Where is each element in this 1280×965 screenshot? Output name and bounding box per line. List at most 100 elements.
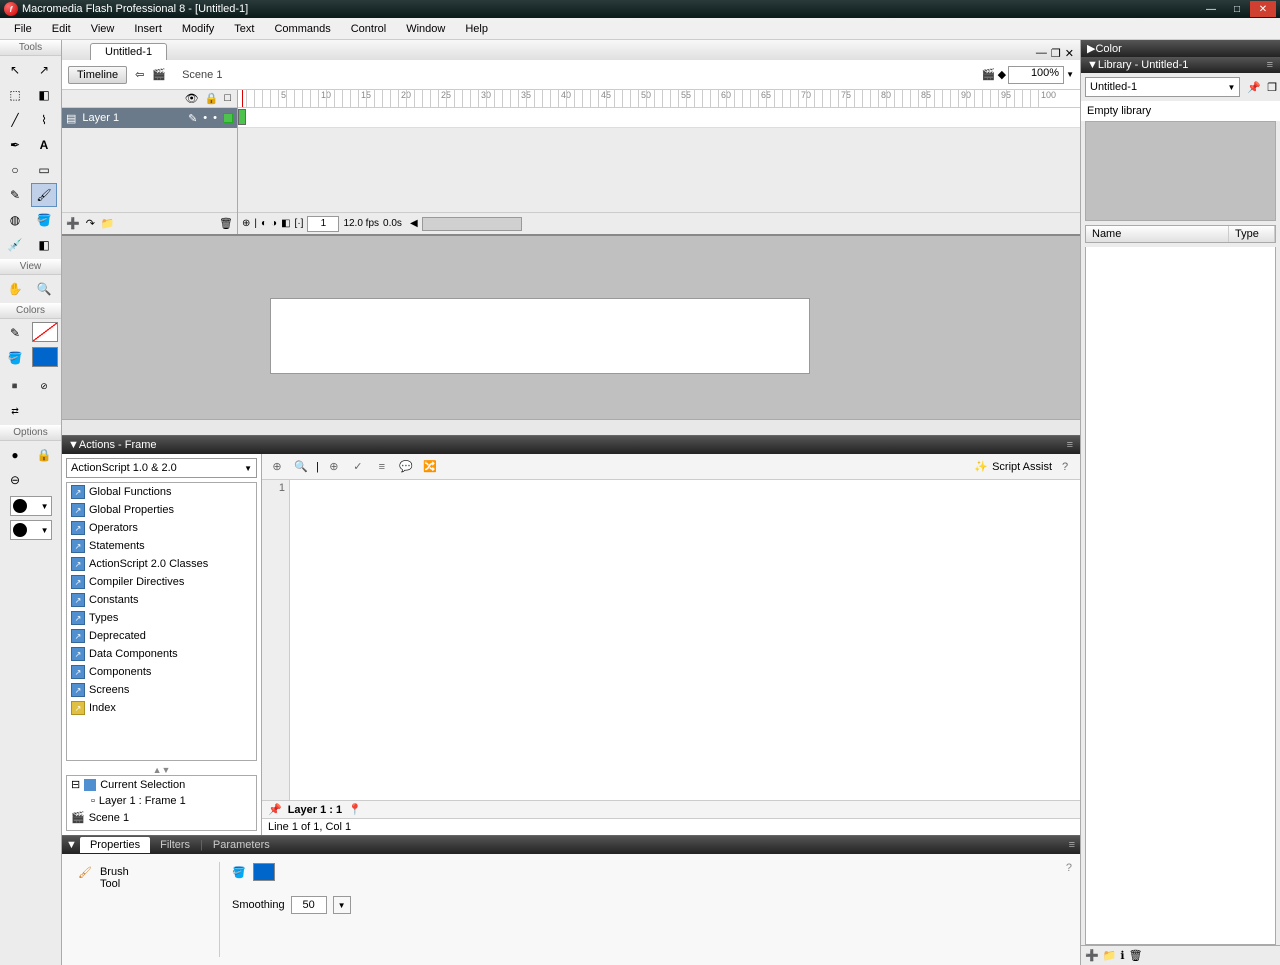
eraser-tool[interactable]: ◧ xyxy=(31,233,57,257)
playhead[interactable] xyxy=(242,90,243,108)
pencil-tool[interactable]: ✎ xyxy=(2,183,28,207)
col-name[interactable]: Name xyxy=(1086,226,1229,242)
rectangle-tool[interactable]: ▭ xyxy=(31,158,57,182)
hand-tool[interactable]: ✋ xyxy=(2,277,28,301)
properties-panel-menu-icon[interactable]: ≡ xyxy=(1069,839,1076,851)
actions-categories-tree[interactable]: ↗Global Functions ↗Global Properties ↗Op… xyxy=(66,482,257,761)
actionscript-version-select[interactable]: ActionScript 1.0 & 2.0▼ xyxy=(66,458,257,478)
frames-row[interactable] xyxy=(238,108,1080,128)
library-document-select[interactable]: Untitled-1▼ xyxy=(1085,77,1240,97)
insert-layer-icon[interactable]: ➕ xyxy=(66,217,80,230)
onion-skin-icon[interactable]: ◐ xyxy=(261,218,267,229)
menu-control[interactable]: Control xyxy=(341,21,396,37)
paint-bucket-tool[interactable]: 🪣 xyxy=(31,208,57,232)
default-colors-button[interactable]: ◾ xyxy=(2,374,28,398)
menu-text[interactable]: Text xyxy=(224,21,264,37)
onion-markers-icon[interactable]: [·] xyxy=(295,218,304,229)
doc-minimize-icon[interactable]: — xyxy=(1036,47,1047,60)
lock-layers-icon[interactable]: 🔒 xyxy=(205,92,219,105)
library-panel-header[interactable]: ▼ Library - Untitled-1≡ xyxy=(1081,57,1280,73)
lock-fill-option[interactable]: 🔒 xyxy=(31,443,57,467)
col-type[interactable]: Type xyxy=(1229,226,1275,242)
no-color-button[interactable]: ⊘ xyxy=(31,374,57,398)
keyframe[interactable] xyxy=(238,109,246,125)
target-path-icon[interactable]: ⊕ xyxy=(325,458,343,476)
outline-layers-icon[interactable]: □ xyxy=(224,92,231,105)
brush-mode-option[interactable]: ● xyxy=(2,443,28,467)
smoothing-dropdown[interactable]: ▼ xyxy=(333,896,351,914)
pen-tool[interactable]: ✒ xyxy=(2,133,28,157)
menu-help[interactable]: Help xyxy=(455,21,498,37)
minimize-button[interactable]: — xyxy=(1198,1,1224,17)
edit-symbols-icon[interactable]: ◆ xyxy=(998,68,1006,81)
delete-layer-icon[interactable]: 🗑 xyxy=(219,217,233,230)
insert-folder-icon[interactable]: 📁 xyxy=(101,217,115,230)
onion-outline-icon[interactable]: ◑ xyxy=(271,218,277,229)
menu-file[interactable]: File xyxy=(4,21,42,37)
actions-help-icon[interactable]: ? xyxy=(1056,458,1074,476)
menu-commands[interactable]: Commands xyxy=(264,21,340,37)
delete-icon[interactable]: 🗑 xyxy=(1129,949,1143,962)
brush-size-selector[interactable]: ▼ xyxy=(10,496,52,516)
props-fill-swatch[interactable] xyxy=(253,863,275,881)
brush-shape-selector[interactable]: ▼ xyxy=(10,520,52,540)
menu-modify[interactable]: Modify xyxy=(172,21,224,37)
code-editor[interactable] xyxy=(290,480,1080,800)
check-syntax-icon[interactable]: ✓ xyxy=(349,458,367,476)
ink-bottle-tool[interactable]: ◍ xyxy=(2,208,28,232)
color-panel-header[interactable]: ▶ Color xyxy=(1081,40,1280,57)
zoom-input[interactable]: 100% xyxy=(1008,66,1064,84)
add-script-icon[interactable]: ⊕ xyxy=(268,458,286,476)
tab-filters[interactable]: Filters xyxy=(150,837,200,853)
layer-outline-color[interactable] xyxy=(223,113,233,123)
brush-tool[interactable]: 🖌 xyxy=(31,183,57,207)
maximize-button[interactable]: □ xyxy=(1224,1,1250,17)
lasso-tool[interactable]: ⌇ xyxy=(31,108,57,132)
pin-script-icon[interactable]: 📌 xyxy=(268,803,282,816)
zoom-dropdown-icon[interactable]: ▼ xyxy=(1066,70,1074,79)
swap-colors-button[interactable]: ⇄ xyxy=(2,399,28,423)
frames-scrollbar[interactable] xyxy=(422,217,522,231)
auto-format-icon[interactable]: ≡ xyxy=(373,458,391,476)
gradient-transform-tool[interactable]: ◧ xyxy=(31,83,57,107)
layer-row[interactable]: ▤ Layer 1 ✎ •• xyxy=(62,108,237,128)
text-tool[interactable]: A xyxy=(31,133,57,157)
selection-tool[interactable]: ↖ xyxy=(2,58,28,82)
motion-guide-icon[interactable]: ↷ xyxy=(86,217,95,230)
fill-color-swatch[interactable] xyxy=(32,347,58,367)
oval-tool[interactable]: ○ xyxy=(2,158,28,182)
zoom-tool[interactable]: 🔍 xyxy=(31,277,57,301)
line-tool[interactable]: ╱ xyxy=(2,108,28,132)
actions-header[interactable]: ▼ Actions - Frame ≡ xyxy=(62,436,1080,454)
new-symbol-icon[interactable]: ➕ xyxy=(1085,949,1099,962)
menu-window[interactable]: Window xyxy=(396,21,455,37)
current-frame-input[interactable] xyxy=(307,216,339,232)
center-frame-icon[interactable]: ⊕ xyxy=(242,218,250,229)
menu-insert[interactable]: Insert xyxy=(124,21,172,37)
menu-edit[interactable]: Edit xyxy=(42,21,81,37)
debug-options-icon[interactable]: 🔀 xyxy=(421,458,439,476)
library-column-headers[interactable]: Name Type xyxy=(1085,225,1276,243)
brush-size-option[interactable]: ⊖ xyxy=(2,468,28,492)
script-assist-button[interactable]: Script Assist xyxy=(992,461,1052,473)
eyedropper-tool[interactable]: 💉 xyxy=(2,233,28,257)
stroke-color-swatch[interactable] xyxy=(32,322,58,342)
doc-close-icon[interactable]: ✕ xyxy=(1065,47,1074,60)
props-help-icon[interactable]: ? xyxy=(1066,862,1072,874)
script-navigator[interactable]: ⊟Current Selection ▫Layer 1 : Frame 1 🎬S… xyxy=(66,775,257,831)
show-hide-layers-icon[interactable]: 👁 xyxy=(185,92,199,105)
doc-restore-icon[interactable]: ❐ xyxy=(1051,47,1061,60)
unpin-icon[interactable]: 📍 xyxy=(348,803,362,816)
library-list[interactable] xyxy=(1085,247,1276,945)
pin-library-icon[interactable]: 📌 xyxy=(1244,81,1264,94)
timeline-button[interactable]: Timeline xyxy=(68,66,127,84)
document-tab[interactable]: Untitled-1 xyxy=(90,43,167,60)
edit-scene-icon[interactable]: 🎬 xyxy=(982,68,996,81)
menu-view[interactable]: View xyxy=(81,21,125,37)
stage-hscroll[interactable] xyxy=(62,419,1080,435)
tab-parameters[interactable]: Parameters xyxy=(203,837,280,853)
actions-panel-menu-icon[interactable]: ≡ xyxy=(1067,439,1074,451)
timeline-ruler[interactable]: 5101520253035404550556065707580859095100 xyxy=(238,90,1080,108)
frames-scroll-left[interactable]: ◀ xyxy=(410,218,418,229)
new-folder-icon[interactable]: 📁 xyxy=(1103,949,1117,962)
